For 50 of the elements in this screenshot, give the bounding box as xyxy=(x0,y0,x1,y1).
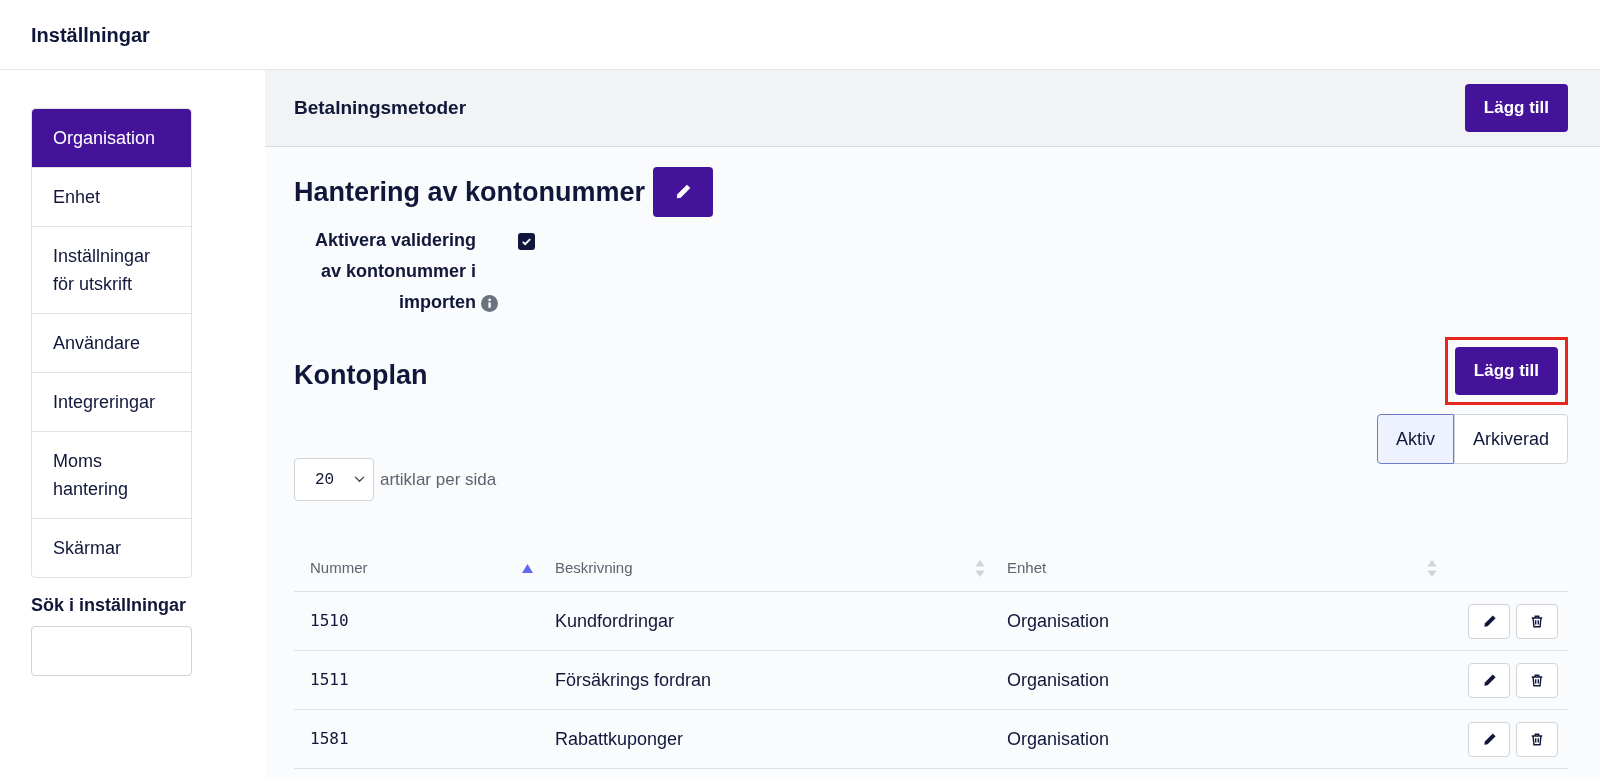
checkbox[interactable] xyxy=(518,233,535,250)
edit-button[interactable] xyxy=(1468,603,1510,639)
page-title: Inställningar xyxy=(31,22,150,48)
delete-button[interactable] xyxy=(1516,662,1558,698)
edit-button[interactable] xyxy=(1468,721,1510,757)
add-button[interactable]: Lägg till xyxy=(1464,84,1568,132)
add-button[interactable]: Lägg till xyxy=(1454,347,1558,395)
info-icon xyxy=(481,295,498,312)
chevron-down-icon xyxy=(354,476,365,483)
trash-icon xyxy=(1530,613,1544,629)
sidebar-item[interactable]: Skärmar xyxy=(32,519,191,577)
delete-button[interactable] xyxy=(1516,721,1558,757)
table-cell-text: Kundfordringar xyxy=(554,609,676,633)
section-title: Betalningsmetoder xyxy=(294,95,467,120)
table-cell-text: Organisation xyxy=(1006,668,1111,692)
table-cell-text: 1511 xyxy=(309,669,350,691)
edit-button[interactable] xyxy=(653,167,714,217)
sidebar-item[interactable]: Enhet xyxy=(32,168,191,227)
page-size-select[interactable]: 20 xyxy=(294,458,374,501)
pencil-icon xyxy=(1481,613,1497,629)
table-cell-text: 1510 xyxy=(309,610,350,632)
page-size-label: artiklar per sida xyxy=(380,468,497,491)
sidebar-item[interactable]: Inställningar för utskrift xyxy=(32,227,191,314)
sidebar-item[interactable]: Moms hantering xyxy=(32,432,191,519)
search-label: Sök i inställningar xyxy=(31,594,188,617)
check-icon xyxy=(521,236,532,247)
trash-icon xyxy=(1530,672,1544,688)
delete-button[interactable] xyxy=(1516,603,1558,639)
filter-tab[interactable]: Arkiverad xyxy=(1453,414,1568,464)
column-header[interactable]: Enhet xyxy=(1007,556,1047,580)
trash-icon xyxy=(1530,731,1544,747)
checkbox-label: Aktivera validering av kontonummer i importen xyxy=(313,229,476,314)
edit-button[interactable] xyxy=(1468,662,1510,698)
sidebar-item[interactable]: Användare xyxy=(32,314,191,373)
section-heading: Kontoplan xyxy=(294,359,428,392)
sidebar-item[interactable]: Organisation xyxy=(32,109,191,168)
search-field[interactable] xyxy=(31,626,192,676)
table-cell-text: 1581 xyxy=(309,728,350,750)
section-heading: Hantering av kontonummer xyxy=(294,175,646,209)
table-cell-text: Rabattkuponger xyxy=(554,727,685,751)
column-header[interactable]: Beskrivning xyxy=(555,556,633,580)
table-cell-text: Organisation xyxy=(1006,727,1111,751)
pencil-icon xyxy=(1481,672,1497,688)
column-header[interactable]: Nummer xyxy=(310,556,368,580)
table-cell-text: Försäkrings fordran xyxy=(554,668,713,692)
pencil-icon xyxy=(674,183,693,201)
pencil-icon xyxy=(1481,731,1497,747)
table-cell-text: Organisation xyxy=(1006,609,1111,633)
sidebar-item[interactable]: Integreringar xyxy=(32,373,191,432)
filter-tab[interactable]: Aktiv xyxy=(1376,414,1454,464)
